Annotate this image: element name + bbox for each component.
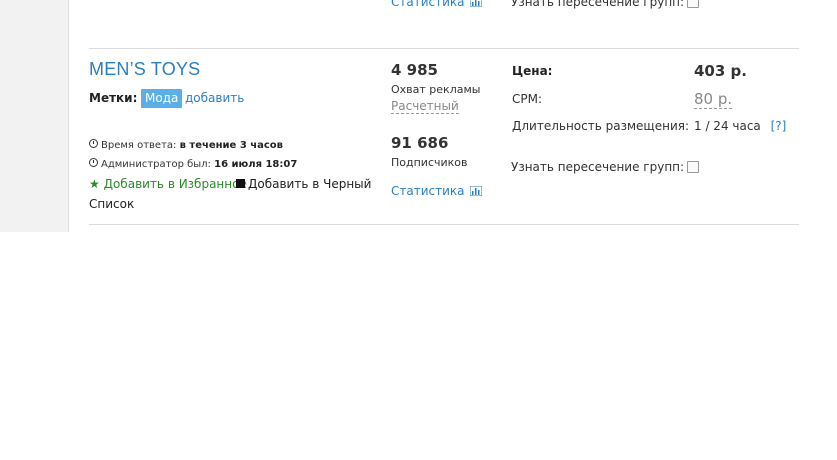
clock-icon bbox=[89, 139, 98, 148]
reach-estimated-note[interactable]: Расчетный bbox=[391, 99, 459, 114]
duration-value: 1 / 24 часа [?] bbox=[694, 119, 787, 133]
price-value: 403 р. bbox=[694, 62, 747, 80]
intersect-label: Узнать пересечение групп: bbox=[511, 160, 700, 174]
duration-label: Длительность размещения: bbox=[512, 119, 689, 133]
add-tag-link[interactable]: добавить bbox=[185, 91, 244, 105]
row-divider-bottom bbox=[89, 224, 799, 225]
black-square-icon bbox=[236, 179, 245, 188]
subscribers-label: Подписчиков bbox=[391, 156, 468, 169]
row-divider-top bbox=[89, 48, 799, 49]
left-sidebar-rail bbox=[0, 0, 69, 232]
cpm-value[interactable]: 80 р. bbox=[694, 91, 733, 109]
admin-last-seen: Администратор был: 16 июля 18:07 bbox=[89, 158, 297, 170]
response-time: Время ответа: в течение 3 часов bbox=[89, 139, 283, 151]
add-to-blacklist-link-continued[interactable]: Список bbox=[89, 197, 134, 211]
tag-chip[interactable]: Мода bbox=[141, 89, 183, 108]
bar-chart-icon bbox=[470, 0, 483, 7]
prev-stats-link[interactable]: Статистика bbox=[391, 0, 483, 9]
reach-label: Охват рекламы bbox=[391, 83, 481, 96]
reach-value: 4 985 bbox=[391, 61, 438, 79]
tags-label: Метки: bbox=[89, 91, 138, 105]
subscribers-value: 91 686 bbox=[391, 134, 449, 152]
duration-help-link[interactable]: [?] bbox=[771, 119, 787, 133]
group-title-link[interactable]: MEN’S TOYS bbox=[89, 59, 200, 80]
price-label: Цена: bbox=[512, 64, 553, 78]
intersect-checkbox[interactable] bbox=[687, 161, 700, 173]
clock-icon bbox=[89, 158, 98, 167]
bar-chart-icon bbox=[470, 186, 483, 196]
stats-link[interactable]: Статистика bbox=[391, 184, 483, 198]
add-to-blacklist-link[interactable]: Добавить в Черный bbox=[236, 177, 371, 191]
prev-intersect-checkbox[interactable] bbox=[687, 0, 700, 8]
cpm-label: CPM: bbox=[512, 92, 543, 106]
prev-intersect-label: Узнать пересечение групп: bbox=[511, 0, 700, 9]
star-icon: ★ bbox=[89, 177, 100, 191]
add-to-favorites-link[interactable]: ★ Добавить в Избранное bbox=[89, 177, 247, 191]
